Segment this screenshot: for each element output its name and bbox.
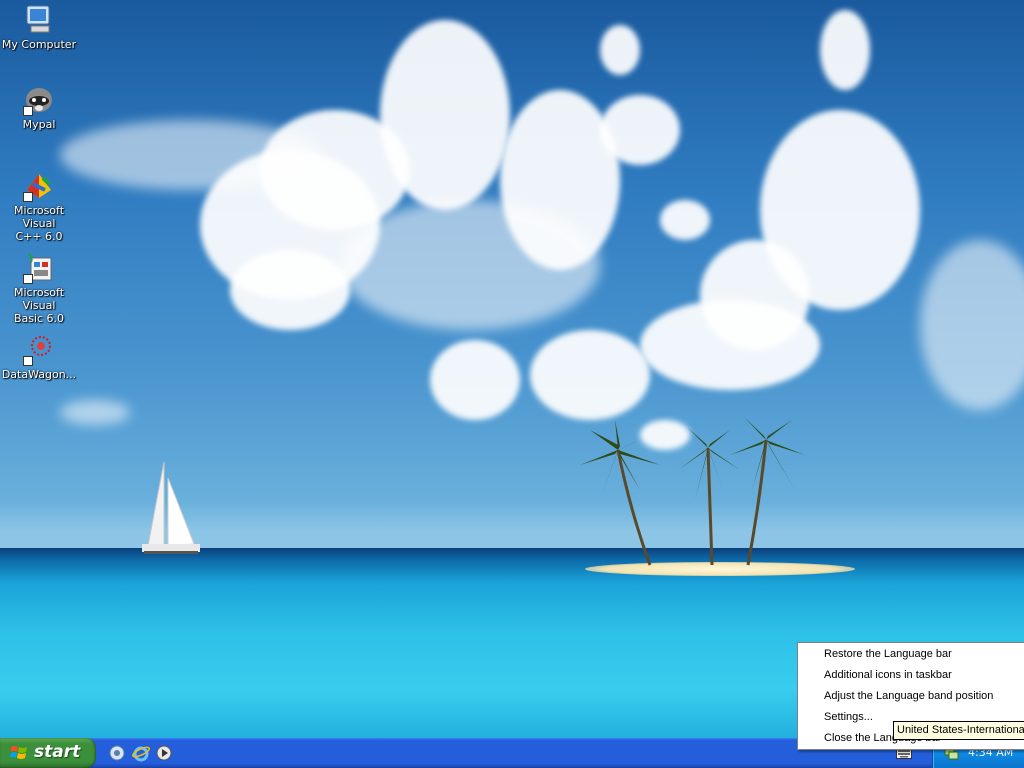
icon-label: Microsoft Visual — [13, 204, 65, 230]
sailboat-icon — [142, 461, 200, 554]
menu-item-settings[interactable]: Settings... — [824, 707, 873, 728]
desktop-icon-datawagon[interactable]: DataWagon... — [0, 334, 78, 381]
shortcut-arrow-icon — [23, 356, 33, 366]
visual-basic-icon — [23, 252, 55, 284]
visual-cpp-icon — [23, 170, 55, 202]
internet-explorer-icon[interactable] — [132, 744, 150, 762]
windows-logo-icon — [10, 746, 27, 759]
desktop-icon-mypal[interactable]: Mypal — [0, 84, 78, 131]
settings-icon[interactable] — [108, 744, 126, 762]
raccoon-icon — [23, 84, 55, 116]
desktop-wallpaper — [0, 0, 1024, 738]
desktop-icon-visual-basic[interactable]: Microsoft Visual Basic 6.0 — [0, 252, 78, 325]
shortcut-arrow-icon — [23, 274, 33, 284]
menu-item-restore-language-bar[interactable]: Restore the Language bar — [824, 644, 952, 665]
media-player-icon[interactable] — [155, 744, 173, 762]
icon-label: My Computer — [1, 38, 77, 51]
shortcut-arrow-icon — [23, 106, 33, 116]
icon-label: C++ 6.0 — [15, 230, 63, 243]
start-label: start — [34, 742, 81, 762]
desktop-icon-my-computer[interactable]: My Computer — [0, 4, 78, 51]
icon-label: Microsoft Visual — [13, 286, 65, 312]
language-tooltip: United States-International — [893, 721, 1024, 740]
desktop-icon-visual-cpp[interactable]: Microsoft Visual C++ 6.0 — [0, 170, 78, 243]
palm-trees-icon — [580, 418, 805, 566]
shortcut-arrow-icon — [23, 192, 33, 202]
icon-label: DataWagon... — [1, 368, 77, 381]
menu-item-adjust-band-position[interactable]: Adjust the Language band position — [824, 686, 993, 707]
computer-icon — [23, 4, 55, 36]
datawagon-icon — [23, 334, 55, 366]
icon-label: Mypal — [22, 118, 56, 131]
menu-item-additional-icons[interactable]: Additional icons in taskbar — [824, 665, 952, 686]
icon-label: Basic 6.0 — [13, 312, 65, 325]
start-button[interactable]: start — [0, 738, 96, 768]
